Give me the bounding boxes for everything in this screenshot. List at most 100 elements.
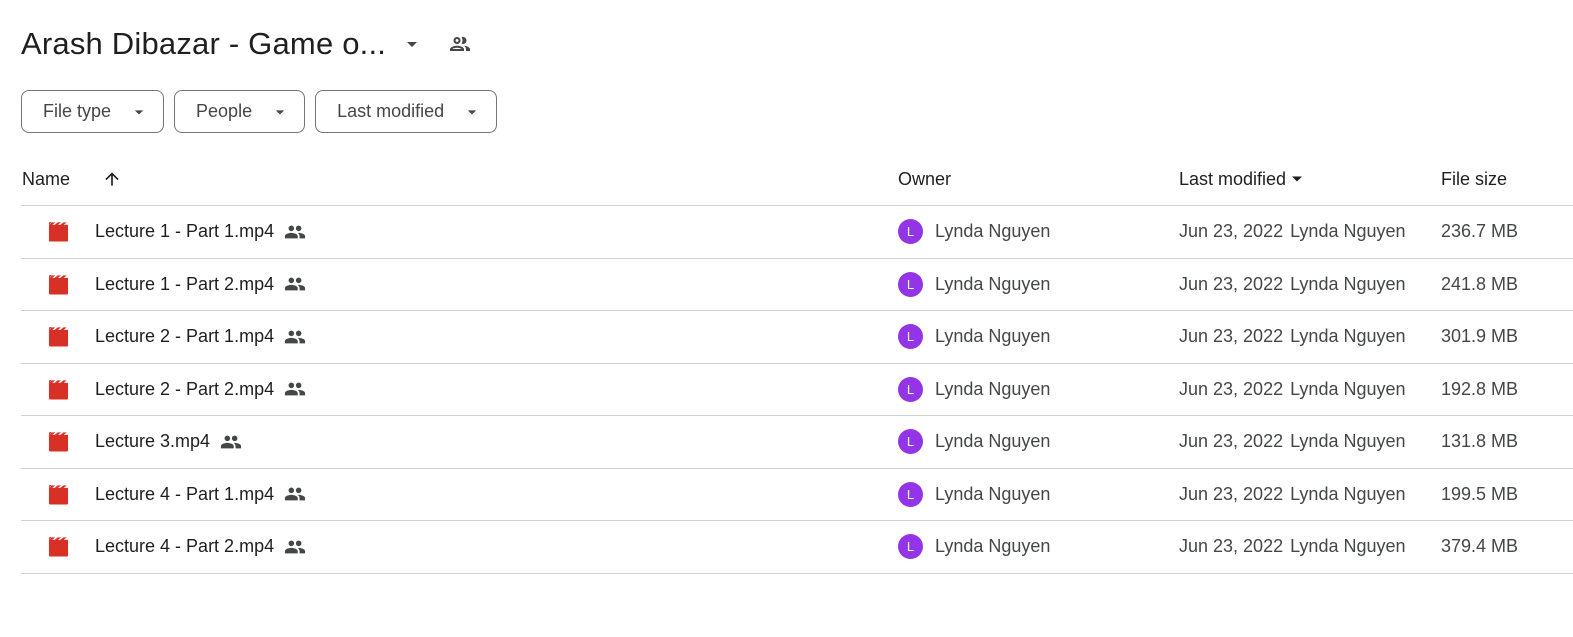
chip-label: Last modified (337, 101, 445, 121)
column-header-file-size[interactable]: File size (1441, 153, 1507, 206)
modified-date: Jun 23, 2022 (1179, 273, 1284, 294)
modified-by: Lynda Nguyen (1290, 378, 1406, 399)
last-modified-cell: Jun 23, 2022 Lynda Nguyen (1179, 311, 1406, 363)
owner-name: Lynda Nguyen (935, 431, 1051, 452)
file-name-cell: Lecture 2 - Part 1.mp4 (95, 311, 306, 363)
folder-title[interactable]: Arash Dibazar - Game o... (21, 26, 386, 62)
owner-name: Lynda Nguyen (935, 326, 1051, 347)
file-name-cell: Lecture 4 - Part 1.mp4 (95, 469, 306, 521)
avatar[interactable]: L (898, 219, 923, 245)
drive-folder-view: Arash Dibazar - Game o... File type Peop… (0, 0, 1573, 637)
modified-by: Lynda Nguyen (1290, 273, 1406, 294)
column-header-label: Last modified (1179, 168, 1287, 189)
video-file-icon (46, 311, 70, 363)
video-file-icon (46, 521, 70, 573)
last-modified-cell: Jun 23, 2022 Lynda Nguyen (1179, 364, 1406, 416)
people-icon (284, 483, 306, 505)
file-size: 301.9 MB (1441, 326, 1519, 347)
last-modified-filter[interactable]: Last modified (315, 90, 498, 133)
table-row[interactable]: Lecture 4 - Part 1.mp4 L Lynda Nguyen Ju… (21, 469, 1573, 521)
modified-by: Lynda Nguyen (1290, 536, 1406, 557)
video-file-icon (46, 364, 70, 416)
people-icon (284, 378, 306, 400)
file-name-cell: Lecture 1 - Part 2.mp4 (95, 259, 306, 311)
chip-label: File type (43, 101, 112, 121)
people-icon (284, 326, 306, 348)
file-size: 379.4 MB (1441, 536, 1519, 557)
people-icon (284, 536, 306, 558)
owner-cell: L Lynda Nguyen (898, 416, 1050, 468)
avatar[interactable]: L (898, 481, 923, 507)
arrow-drop-down-icon (1287, 169, 1307, 189)
people-icon (220, 431, 242, 453)
people-outline-icon[interactable] (446, 30, 474, 58)
column-header-name[interactable]: Name (22, 153, 70, 206)
file-name: Lecture 3.mp4 (95, 431, 211, 452)
table-row[interactable]: Lecture 4 - Part 2.mp4 L Lynda Nguyen Ju… (21, 521, 1573, 574)
owner-cell: L Lynda Nguyen (898, 206, 1050, 258)
file-name: Lecture 1 - Part 1.mp4 (95, 221, 275, 242)
file-name-cell: Lecture 1 - Part 1.mp4 (95, 206, 306, 258)
last-modified-cell: Jun 23, 2022 Lynda Nguyen (1179, 416, 1406, 468)
avatar[interactable]: L (898, 534, 923, 560)
last-modified-cell: Jun 23, 2022 Lynda Nguyen (1179, 469, 1406, 521)
column-header-last-modified[interactable]: Last modified (1179, 153, 1307, 206)
last-modified-cell: Jun 23, 2022 Lynda Nguyen (1179, 259, 1406, 311)
owner-cell: L Lynda Nguyen (898, 259, 1050, 311)
owner-name: Lynda Nguyen (935, 273, 1051, 294)
owner-name: Lynda Nguyen (935, 378, 1051, 399)
owner-cell: L Lynda Nguyen (898, 521, 1050, 573)
column-header-owner[interactable]: Owner (898, 153, 951, 206)
file-name: Lecture 2 - Part 2.mp4 (95, 378, 275, 399)
people-icon (284, 273, 306, 295)
file-name-cell: Lecture 2 - Part 2.mp4 (95, 364, 306, 416)
file-size: 236.7 MB (1441, 221, 1519, 242)
table-row[interactable]: Lecture 2 - Part 2.mp4 L Lynda Nguyen Ju… (21, 364, 1573, 416)
folder-header: Arash Dibazar - Game o... (21, 22, 474, 66)
modified-date: Jun 23, 2022 (1179, 221, 1284, 242)
avatar[interactable]: L (898, 429, 923, 455)
owner-name: Lynda Nguyen (935, 536, 1051, 557)
last-modified-cell: Jun 23, 2022 Lynda Nguyen (1179, 206, 1406, 258)
file-list: Name Owner Last modified File size Lectu… (21, 153, 1573, 574)
video-file-icon (46, 259, 70, 311)
avatar[interactable]: L (898, 324, 923, 350)
table-row[interactable]: Lecture 1 - Part 2.mp4 L Lynda Nguyen Ju… (21, 259, 1573, 311)
modified-date: Jun 23, 2022 (1179, 431, 1284, 452)
modified-by: Lynda Nguyen (1290, 483, 1406, 504)
modified-date: Jun 23, 2022 (1179, 483, 1284, 504)
owner-name: Lynda Nguyen (935, 221, 1051, 242)
people-icon (284, 221, 306, 243)
modified-date: Jun 23, 2022 (1179, 536, 1284, 557)
video-file-icon (46, 416, 70, 468)
owner-cell: L Lynda Nguyen (898, 364, 1050, 416)
file-size: 241.8 MB (1441, 273, 1519, 294)
arrow-upward-icon[interactable] (101, 168, 123, 190)
filter-bar: File type People Last modified (21, 90, 498, 133)
file-name: Lecture 4 - Part 1.mp4 (95, 483, 275, 504)
table-header: Name Owner Last modified File size (21, 153, 1573, 206)
table-row[interactable]: Lecture 1 - Part 1.mp4 L Lynda Nguyen Ju… (21, 206, 1573, 259)
owner-cell: L Lynda Nguyen (898, 311, 1050, 363)
avatar[interactable]: L (898, 271, 923, 297)
modified-date: Jun 23, 2022 (1179, 378, 1284, 399)
file-name-cell: Lecture 4 - Part 2.mp4 (95, 521, 306, 573)
owner-name: Lynda Nguyen (935, 483, 1051, 504)
table-body: Lecture 1 - Part 1.mp4 L Lynda Nguyen Ju… (21, 206, 1573, 574)
video-file-icon (46, 206, 70, 258)
arrow-drop-down-icon (462, 102, 482, 122)
file-name: Lecture 4 - Part 2.mp4 (95, 536, 275, 557)
modified-by: Lynda Nguyen (1290, 326, 1406, 347)
table-row[interactable]: Lecture 2 - Part 1.mp4 L Lynda Nguyen Ju… (21, 311, 1573, 364)
table-row[interactable]: Lecture 3.mp4 L Lynda Nguyen Jun 23, 202… (21, 416, 1573, 469)
modified-by: Lynda Nguyen (1290, 431, 1406, 452)
people-filter[interactable]: People (174, 90, 306, 133)
avatar[interactable]: L (898, 376, 923, 402)
arrow-drop-down-icon (270, 102, 290, 122)
file-type-filter[interactable]: File type (21, 90, 165, 133)
file-name: Lecture 2 - Part 1.mp4 (95, 326, 275, 347)
file-size: 192.8 MB (1441, 378, 1519, 399)
last-modified-cell: Jun 23, 2022 Lynda Nguyen (1179, 521, 1406, 573)
file-name: Lecture 1 - Part 2.mp4 (95, 273, 275, 294)
arrow-drop-down-icon[interactable] (400, 32, 424, 56)
